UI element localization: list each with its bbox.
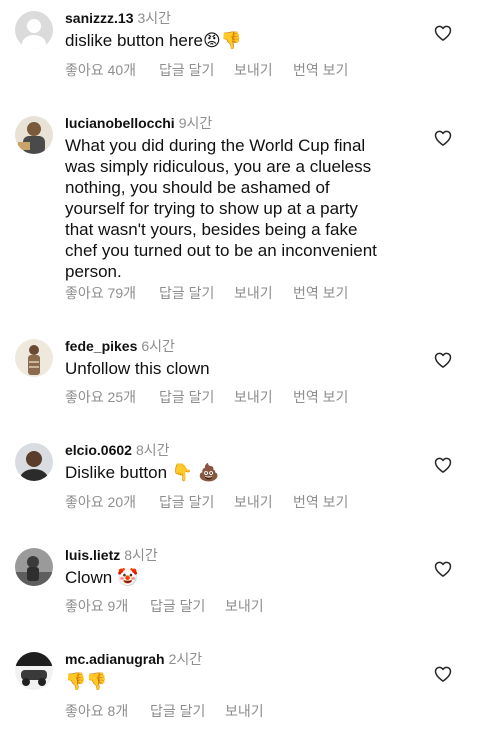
comment-text: dislike button here😡👎 (65, 30, 415, 52)
comment-time: 3시간 (137, 10, 172, 26)
comment-text-content: What you did during the World Cup final … (65, 136, 377, 281)
comment-text-content: Dislike button (65, 463, 168, 482)
comment-emoji: 👇 💩 (171, 463, 220, 483)
avatar[interactable] (15, 443, 53, 481)
comment-username[interactable]: elcio.0602 (65, 442, 132, 458)
heart-outline-icon[interactable] (433, 455, 453, 475)
comment-text: What you did during the World Cup final … (65, 135, 415, 282)
see-translation-button[interactable]: 번역 보기 (293, 60, 348, 80)
comment-emoji: 👎👎 (65, 672, 108, 692)
comment-emoji: 😡👎 (202, 31, 242, 51)
send-button[interactable]: 보내기 (234, 492, 293, 512)
comment-text: Unfollow this clown (65, 358, 415, 379)
avatar[interactable] (15, 116, 53, 154)
heart-outline-icon[interactable] (433, 23, 453, 43)
comment-time: 9시간 (178, 115, 213, 131)
reply-button[interactable]: 답글 달기 (150, 701, 225, 721)
see-translation-button[interactable]: 번역 보기 (293, 283, 348, 303)
comment-username[interactable]: luis.lietz (65, 547, 120, 563)
comment-text: 👎👎 (65, 671, 415, 693)
likes-count-link[interactable]: 좋아요 9개 (65, 596, 150, 616)
reply-button[interactable]: 답글 달기 (159, 283, 234, 303)
likes-count-link[interactable]: 좋아요 40개 (65, 60, 159, 80)
comment-username[interactable]: mc.adianugrah (65, 651, 165, 667)
avatar[interactable] (15, 652, 53, 690)
comment-time: 6시간 (141, 338, 175, 354)
avatar[interactable] (15, 339, 53, 377)
likes-count-link[interactable]: 좋아요 25개 (65, 387, 159, 407)
send-button[interactable]: 보내기 (234, 60, 293, 80)
heart-outline-icon[interactable] (433, 350, 453, 370)
comment-username[interactable]: lucianobellocchi (65, 115, 175, 131)
heart-outline-icon[interactable] (433, 128, 453, 148)
comment-text-content: Unfollow this clown (65, 359, 210, 378)
send-button[interactable]: 보내기 (225, 701, 264, 721)
reply-button[interactable]: 답글 달기 (159, 387, 234, 407)
reply-button[interactable]: 답글 달기 (150, 596, 225, 616)
likes-count-link[interactable]: 좋아요 20개 (65, 492, 159, 512)
comment-time: 8시간 (135, 442, 170, 458)
reply-button[interactable]: 답글 달기 (159, 492, 234, 512)
send-button[interactable]: 보내기 (225, 596, 264, 616)
send-button[interactable]: 보내기 (234, 283, 293, 303)
likes-count-link[interactable]: 좋아요 79개 (65, 283, 159, 303)
see-translation-button[interactable]: 번역 보기 (293, 492, 348, 512)
see-translation-button[interactable]: 번역 보기 (293, 387, 348, 407)
heart-outline-icon[interactable] (433, 559, 453, 579)
reply-button[interactable]: 답글 달기 (159, 60, 234, 80)
comment-emoji: 🤡 (116, 568, 139, 588)
send-button[interactable]: 보내기 (234, 387, 293, 407)
avatar[interactable] (15, 548, 53, 586)
heart-outline-icon[interactable] (433, 664, 453, 684)
comment-text-content: Clown (65, 568, 113, 587)
comment-username[interactable]: sanizzz.13 (65, 10, 133, 26)
avatar[interactable] (15, 11, 53, 49)
comment-text: Clown 🤡 (65, 567, 415, 589)
comment-time: 8시간 (124, 547, 158, 563)
comment-time: 2시간 (168, 651, 203, 667)
likes-count-link[interactable]: 좋아요 8개 (65, 701, 150, 721)
comment-username[interactable]: fede_pikes (65, 338, 137, 354)
comment-text: Dislike button 👇 💩 (65, 462, 415, 484)
comment-text-content: dislike button here (65, 31, 203, 50)
